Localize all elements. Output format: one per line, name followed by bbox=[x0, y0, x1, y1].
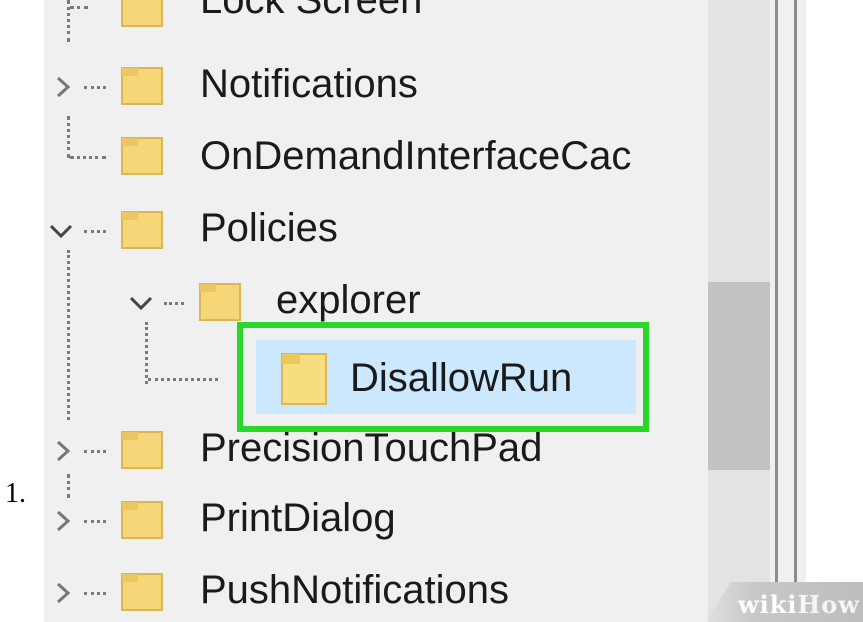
tree-connector bbox=[70, 156, 106, 159]
tree-item-pushnotifications[interactable]: PushNotifications bbox=[44, 562, 704, 622]
tree-item-label: PrintDialog bbox=[200, 496, 396, 540]
tree-connector bbox=[164, 302, 184, 305]
folder-icon bbox=[120, 208, 164, 250]
watermark-part1: wiki bbox=[738, 590, 798, 619]
tree-item-label: Lock Screen bbox=[200, 0, 423, 22]
folder-icon bbox=[120, 498, 164, 540]
folder-icon bbox=[120, 0, 164, 28]
tree-item-label: PrecisionTouchPad bbox=[200, 426, 543, 470]
registry-tree[interactable]: Lock Screen Notifications OnDemandInterf… bbox=[44, 0, 708, 622]
tree-connector bbox=[84, 592, 106, 595]
tree-item-label: explorer bbox=[276, 278, 421, 322]
tree-item-label: OnDemandInterfaceCac bbox=[200, 134, 632, 178]
tree-item-label: Policies bbox=[200, 206, 338, 250]
tree-connector bbox=[84, 230, 106, 233]
values-pane[interactable] bbox=[806, 0, 863, 622]
tree-connector bbox=[148, 378, 218, 381]
tree-item-lock-screen[interactable]: Lock Screen bbox=[44, 0, 704, 32]
highlight-box bbox=[237, 322, 649, 432]
folder-icon bbox=[120, 134, 164, 176]
tree-connector bbox=[84, 520, 106, 523]
tree-item-notifications[interactable]: Notifications bbox=[44, 56, 704, 116]
tree-item-ondemandinterfacecache[interactable]: OnDemandInterfaceCac bbox=[44, 128, 704, 188]
chevron-right-icon[interactable] bbox=[50, 74, 76, 100]
step-number: 1. bbox=[5, 478, 26, 509]
tree-item-printdialog[interactable]: PrintDialog bbox=[44, 490, 704, 550]
folder-icon bbox=[120, 64, 164, 106]
scrollbar-thumb[interactable] bbox=[708, 282, 770, 470]
folder-icon bbox=[120, 570, 164, 612]
tree-item-label: Notifications bbox=[200, 62, 418, 106]
tree-connector bbox=[84, 450, 106, 453]
chevron-right-icon[interactable] bbox=[50, 438, 76, 464]
tree-connector bbox=[70, 6, 88, 9]
tree-item-policies[interactable]: Policies bbox=[44, 200, 704, 260]
folder-icon bbox=[120, 428, 164, 470]
chevron-down-icon[interactable] bbox=[48, 218, 74, 244]
chevron-right-icon[interactable] bbox=[50, 580, 76, 606]
pane-splitter[interactable] bbox=[770, 0, 806, 622]
tree-item-label: PushNotifications bbox=[200, 568, 510, 612]
tree-connector bbox=[84, 86, 106, 89]
watermark-part2: How bbox=[797, 590, 860, 619]
chevron-right-icon[interactable] bbox=[50, 508, 76, 534]
chevron-down-icon[interactable] bbox=[128, 290, 154, 316]
folder-icon bbox=[198, 280, 242, 322]
wikihow-watermark: wikiHow bbox=[738, 590, 860, 619]
